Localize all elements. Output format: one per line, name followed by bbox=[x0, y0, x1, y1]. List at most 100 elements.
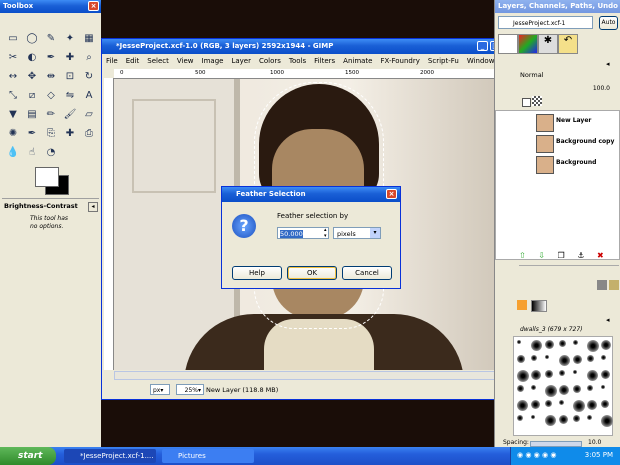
brush-thumbnail[interactable] bbox=[587, 385, 593, 391]
brush-thumbnail[interactable] bbox=[573, 415, 580, 422]
clone-tool-icon[interactable]: ⎘ bbox=[44, 127, 58, 141]
align-tool-icon[interactable]: ⇹ bbox=[44, 70, 58, 84]
start-button[interactable]: start bbox=[0, 447, 56, 465]
menu-layer[interactable]: Layer bbox=[231, 57, 251, 65]
brush-thumbnail[interactable] bbox=[545, 415, 556, 426]
image-select[interactable]: JesseProject.xcf-1 bbox=[498, 16, 593, 29]
by-color-select-tool-icon[interactable]: ▦ bbox=[82, 32, 96, 46]
brush-thumbnail[interactable] bbox=[531, 415, 535, 419]
dodge-burn-tool-icon[interactable]: ◔ bbox=[44, 146, 58, 160]
brush-thumbnail[interactable] bbox=[517, 415, 523, 421]
opacity-field[interactable]: 100.0 bbox=[520, 84, 610, 94]
taskbar-item-gimp[interactable]: *JesseProject.xcf-1.... bbox=[64, 449, 156, 463]
brush-thumbnail[interactable] bbox=[573, 400, 585, 412]
menu-view[interactable]: View bbox=[177, 57, 194, 65]
brush-thumbnail[interactable] bbox=[517, 400, 528, 411]
amount-spinner[interactable]: ▴ ▾ bbox=[324, 227, 330, 239]
menu-select[interactable]: Select bbox=[147, 57, 169, 65]
raise-layer-icon[interactable]: ⇧ bbox=[519, 251, 526, 260]
brush-thumbnail[interactable] bbox=[601, 355, 606, 360]
menu-image[interactable]: Image bbox=[202, 57, 224, 65]
brush-thumbnail[interactable] bbox=[517, 340, 521, 344]
menu-script-fu[interactable]: Script-Fu bbox=[428, 57, 459, 65]
brush-thumbnail[interactable] bbox=[587, 340, 599, 352]
ellipse-select-tool-icon[interactable]: ◯ bbox=[25, 32, 39, 46]
bucket-fill-tool-icon[interactable]: ▼ bbox=[6, 108, 20, 122]
lower-layer-icon[interactable]: ⇩ bbox=[538, 251, 545, 260]
auto-button[interactable]: Auto bbox=[599, 16, 618, 30]
brush-thumbnail[interactable] bbox=[545, 400, 552, 407]
menu-animate[interactable]: Animate bbox=[343, 57, 372, 65]
crop-tool-icon[interactable]: ⊡ bbox=[63, 70, 77, 84]
feather-amount-input[interactable]: 50.000 bbox=[277, 227, 329, 239]
brushes-tab-icon[interactable] bbox=[597, 280, 607, 290]
menu-colors[interactable]: Colors bbox=[259, 57, 281, 65]
fuzzy-select-tool-icon[interactable]: ✦ bbox=[63, 32, 77, 46]
brush-thumbnail[interactable] bbox=[517, 370, 529, 382]
brush-thumbnail[interactable] bbox=[545, 370, 553, 378]
brush-thumbnail[interactable] bbox=[545, 385, 557, 397]
brush-thumbnail[interactable] bbox=[559, 400, 564, 405]
brush-thumbnail[interactable] bbox=[573, 340, 578, 345]
channels-tab-icon[interactable] bbox=[518, 34, 538, 54]
move-tool-icon[interactable]: ✥ bbox=[25, 70, 39, 84]
brush-thumbnail[interactable] bbox=[531, 340, 542, 351]
brush-thumbnail[interactable] bbox=[601, 400, 609, 408]
layer-row[interactable]: Background copy bbox=[514, 134, 619, 153]
brush-thumbnail[interactable] bbox=[531, 355, 537, 361]
brush-thumbnail[interactable] bbox=[531, 370, 541, 380]
text-tool-icon[interactable]: A bbox=[82, 89, 96, 103]
ink-tool-icon[interactable]: ✒ bbox=[25, 127, 39, 141]
gradient-tab-icon[interactable] bbox=[531, 300, 547, 312]
rotate-tool-icon[interactable]: ↻ bbox=[82, 70, 96, 84]
tool-options-menu-icon[interactable]: ◂ bbox=[88, 202, 98, 212]
layer-row[interactable]: Background bbox=[514, 155, 619, 174]
zoom-tool-icon[interactable]: ⌕ bbox=[82, 51, 96, 65]
menu-filters[interactable]: Filters bbox=[314, 57, 335, 65]
brush-thumbnail[interactable] bbox=[517, 355, 525, 363]
airbrush-tool-icon[interactable]: ✺ bbox=[6, 127, 20, 141]
rect-select-tool-icon[interactable]: ▭ bbox=[6, 32, 20, 46]
blend-tool-icon[interactable]: ▤ bbox=[25, 108, 39, 122]
unit-select[interactable]: px▾ bbox=[150, 384, 170, 395]
brush-panel-menu-icon[interactable]: ◂ bbox=[606, 316, 610, 324]
brush-thumbnail[interactable] bbox=[601, 415, 613, 427]
foreground-color-swatch[interactable] bbox=[35, 167, 59, 187]
anchor-layer-icon[interactable]: ⚓ bbox=[577, 251, 584, 260]
paths-tab-icon[interactable]: ✱ bbox=[538, 34, 558, 54]
duplicate-layer-icon[interactable]: ❐ bbox=[558, 251, 565, 260]
feather-unit-select[interactable]: pixels ▾ bbox=[333, 227, 381, 239]
zoom-select[interactable]: 25%▾ bbox=[176, 384, 204, 395]
scissors-tool-icon[interactable]: ✂ bbox=[6, 51, 20, 65]
brush-thumbnail[interactable] bbox=[545, 355, 549, 359]
brush-thumbnail[interactable] bbox=[559, 370, 565, 376]
color-picker-tool-icon[interactable]: ✚ bbox=[63, 51, 77, 65]
pencil-tool-icon[interactable]: ✏ bbox=[44, 108, 58, 122]
ok-button[interactable]: OK bbox=[287, 266, 337, 280]
brush-thumbnail[interactable] bbox=[573, 370, 577, 374]
help-button[interactable]: Help bbox=[232, 266, 282, 280]
cancel-button[interactable]: Cancel bbox=[342, 266, 392, 280]
brush-thumbnail[interactable] bbox=[573, 355, 582, 364]
blur-tool-icon[interactable]: 💧 bbox=[6, 146, 20, 160]
layer-row[interactable]: New Layer bbox=[514, 113, 619, 132]
menu-file[interactable]: File bbox=[106, 57, 118, 65]
flip-tool-icon[interactable]: ⇋ bbox=[63, 89, 77, 103]
foreground-select-tool-icon[interactable]: ◐ bbox=[25, 51, 39, 65]
brush-thumbnail[interactable] bbox=[587, 355, 594, 362]
lock-checkbox[interactable] bbox=[522, 98, 531, 107]
shear-tool-icon[interactable]: ⧄ bbox=[25, 89, 39, 103]
smudge-tool-icon[interactable]: ☝ bbox=[25, 146, 39, 160]
palette-tab-icon[interactable] bbox=[517, 300, 527, 310]
perspective-tool-icon[interactable]: ◇ bbox=[44, 89, 58, 103]
brush-thumbnail[interactable] bbox=[601, 370, 610, 379]
patterns-tab-icon[interactable] bbox=[609, 280, 619, 290]
brush-thumbnail[interactable] bbox=[587, 400, 597, 410]
undo-tab-icon[interactable]: ↶ bbox=[558, 34, 578, 54]
layers-tab-icon[interactable] bbox=[498, 34, 518, 54]
mode-select[interactable]: Normal bbox=[520, 69, 610, 81]
toolbox-close-button[interactable]: × bbox=[88, 1, 99, 11]
delete-layer-icon[interactable]: ✖ bbox=[597, 251, 604, 260]
menu-edit[interactable]: Edit bbox=[126, 57, 140, 65]
minimize-button[interactable]: _ bbox=[477, 41, 488, 51]
